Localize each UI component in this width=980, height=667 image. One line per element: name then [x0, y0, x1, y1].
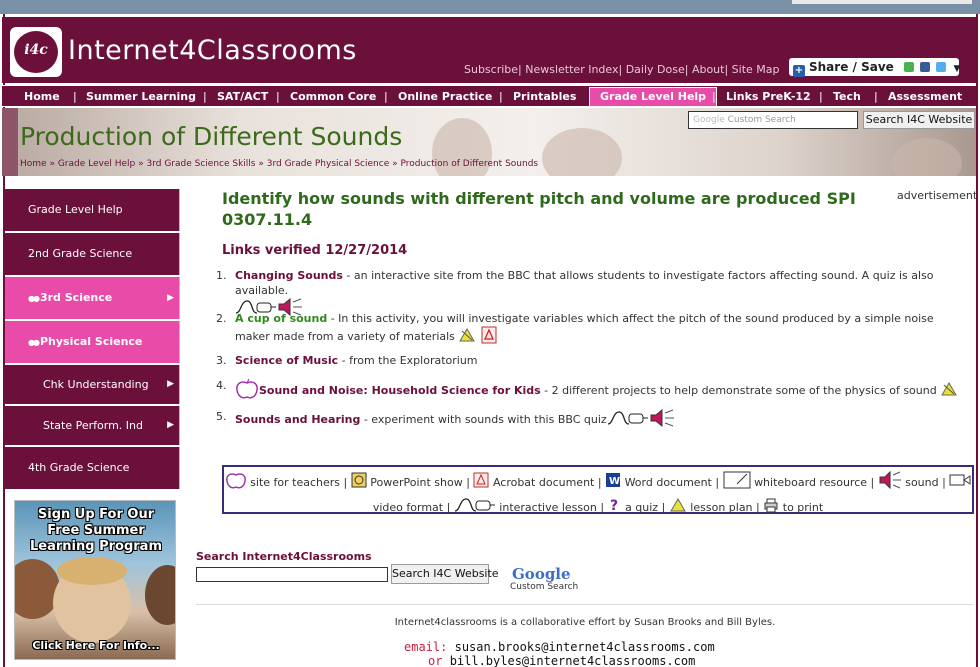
top-search-button[interactable]: Search I4C Website: [863, 111, 975, 129]
site-header: i4c Internet4Classrooms Subscribe| Newsl…: [2, 17, 976, 83]
link-sound-and-noise[interactable]: Sound and Noise: Household Science for K…: [259, 384, 541, 397]
site-for-teachers-icon: [225, 470, 247, 496]
video-icon: [949, 472, 971, 494]
interactive-lesson-icon: [454, 497, 496, 519]
whiteboard-icon: [723, 470, 751, 496]
breadcrumb-home[interactable]: Home: [20, 159, 47, 169]
advertisement-label: advertisement: [897, 189, 978, 202]
site-title[interactable]: Internet4Classrooms: [68, 35, 357, 66]
print-icon: [763, 497, 779, 519]
sidebar: Grade Level Help 2nd Grade Science ●● 3rd…: [5, 189, 181, 491]
bullet-icon: ●●: [28, 338, 40, 347]
link-sounds-and-hearing[interactable]: Sounds and Hearing: [235, 413, 360, 426]
page-title: Production of Different Sounds: [20, 122, 403, 151]
summer-learning-promo[interactable]: Sign Up For Our Free Summer Learning Pro…: [14, 500, 176, 660]
nav-online-practice[interactable]: Online Practice: [398, 86, 492, 108]
breadcrumb: Home » Grade Level Help » 3rd Grade Scie…: [20, 159, 539, 169]
svg-text:?: ?: [610, 498, 618, 514]
facebook-icon[interactable]: [920, 62, 931, 72]
nav-assessment[interactable]: Assessment: [888, 86, 962, 108]
top-link-daily-dose[interactable]: Daily Dose: [626, 63, 685, 76]
breadcrumb-3rd-grade-physical-science[interactable]: 3rd Grade Physical Science: [267, 159, 390, 169]
footer-credit: Internet4classrooms is a collaborative e…: [394, 617, 776, 628]
breadcrumb-current: Production of Different Sounds: [400, 159, 539, 169]
sound-icon: [878, 470, 902, 495]
google-logo: Google: [512, 565, 571, 583]
promo-headline: Sign Up For Our Free Summer Learning Pro…: [30, 507, 162, 554]
email-share-icon[interactable]: [903, 62, 914, 72]
twitter-icon[interactable]: [936, 62, 947, 72]
links-verified: Links verified 12/27/2014: [222, 243, 408, 258]
browser-top-strip: [0, 0, 980, 14]
email-link-susan[interactable]: susan.brooks@internet4classrooms.com: [455, 640, 715, 654]
site-for-teachers-icon: [235, 378, 259, 404]
top-link-newsletter-index[interactable]: Newsletter Index: [525, 63, 618, 76]
sidebar-item-chk-understanding[interactable]: Chk Understanding ▶: [5, 365, 180, 404]
nav-sat-act[interactable]: SAT/ACT: [217, 86, 268, 108]
logo-text: i4c: [24, 42, 48, 58]
bottom-search: Search Internet4Classrooms Search I4C We…: [196, 550, 499, 584]
link-changing-sounds[interactable]: Changing Sounds: [235, 269, 343, 282]
sidebar-item-2nd-grade-science[interactable]: 2nd Grade Science: [5, 233, 180, 275]
top-link-site-map[interactable]: Site Map: [732, 63, 780, 76]
top-link-about[interactable]: About: [692, 63, 725, 76]
chevron-right-icon: ▶: [167, 293, 174, 303]
banner-photo-shape: [892, 138, 962, 176]
breadcrumb-3rd-grade-science-skills[interactable]: 3rd Grade Science Skills: [146, 159, 255, 169]
top-strip-box: [792, 0, 972, 4]
sidebar-item-3rd-science[interactable]: ●● 3rd Science ▶: [5, 277, 180, 319]
top-search-input[interactable]: Google Custom Search: [688, 111, 858, 129]
bottom-search-label: Search Internet4Classrooms: [196, 550, 372, 563]
site-logo[interactable]: i4c: [10, 27, 62, 77]
sidebar-item-state-perform-ind[interactable]: State Perform. Ind ▶: [5, 406, 180, 445]
icon-legend: site for teachers | PowerPoint show | Ac…: [222, 465, 974, 514]
link-a-cup-of-sound[interactable]: A cup of sound: [235, 312, 327, 325]
promo-photo-shape: [145, 565, 175, 625]
top-link-subscribe[interactable]: Subscribe: [464, 63, 518, 76]
acrobat-document-icon: [473, 472, 489, 494]
bottom-search-input[interactable]: [196, 567, 388, 582]
breadcrumb-grade-level-help[interactable]: Grade Level Help: [58, 159, 135, 169]
nav-grade-level-help[interactable]: Grade Level Help: [589, 87, 718, 107]
nav-tech[interactable]: Tech: [833, 86, 861, 108]
bottom-search-button[interactable]: Search I4C Website: [391, 564, 499, 584]
lesson-plan-icon: [669, 497, 687, 519]
footer-divider: [196, 604, 974, 605]
share-save-label: Share / Save: [809, 60, 894, 74]
share-save-button[interactable]: + Share / Save ▼: [789, 58, 961, 77]
promo-photo-shape: [57, 557, 127, 585]
promo-cta[interactable]: Click Here For Info...: [15, 639, 175, 652]
lesson-plan-icon: [458, 327, 476, 347]
quiz-icon: ?: [608, 496, 622, 520]
top-links: Subscribe| Newsletter Index| Daily Dose|…: [464, 63, 780, 76]
main-nav: Home | Summer Learning | SAT/ACT | Commo…: [2, 85, 976, 107]
powerpoint-icon: [351, 472, 367, 494]
nav-summer-learning[interactable]: Summer Learning: [86, 86, 196, 108]
nav-common-core[interactable]: Common Core: [290, 86, 376, 108]
page-banner: Production of Different Sounds Home » Gr…: [2, 108, 976, 176]
chevron-right-icon: ▶: [167, 420, 174, 430]
bullet-icon: ●●: [28, 294, 40, 303]
sidebar-item-4th-grade-science[interactable]: 4th Grade Science: [5, 447, 180, 489]
link-science-of-music[interactable]: Science of Music: [235, 354, 338, 367]
interactive-lesson-icon: [607, 410, 649, 430]
nav-home[interactable]: Home: [24, 86, 60, 108]
nav-links-prek-12[interactable]: Links PreK-12: [726, 86, 811, 108]
acrobat-document-icon: [480, 326, 498, 348]
plus-icon: +: [793, 65, 805, 77]
nav-printables[interactable]: Printables: [513, 86, 576, 108]
email-link-bill[interactable]: bill.byles@internet4classrooms.com: [450, 654, 696, 667]
sidebar-item-grade-level-help[interactable]: Grade Level Help: [5, 189, 180, 231]
banner-edge: [2, 108, 18, 176]
lesson-plan-icon: [940, 381, 958, 401]
page-heading: Identify how sounds with different pitch…: [222, 189, 856, 229]
banner-photo-shape: [542, 128, 622, 176]
chevron-down-icon[interactable]: ▼: [954, 64, 961, 74]
sidebar-item-physical-science[interactable]: ●● Physical Science: [5, 321, 180, 363]
svg-text:W: W: [609, 476, 620, 487]
chevron-right-icon: ▶: [167, 379, 174, 389]
word-document-icon: W: [605, 472, 621, 494]
google-custom-search-label: Custom Search: [510, 582, 579, 592]
sound-icon: [649, 408, 675, 431]
